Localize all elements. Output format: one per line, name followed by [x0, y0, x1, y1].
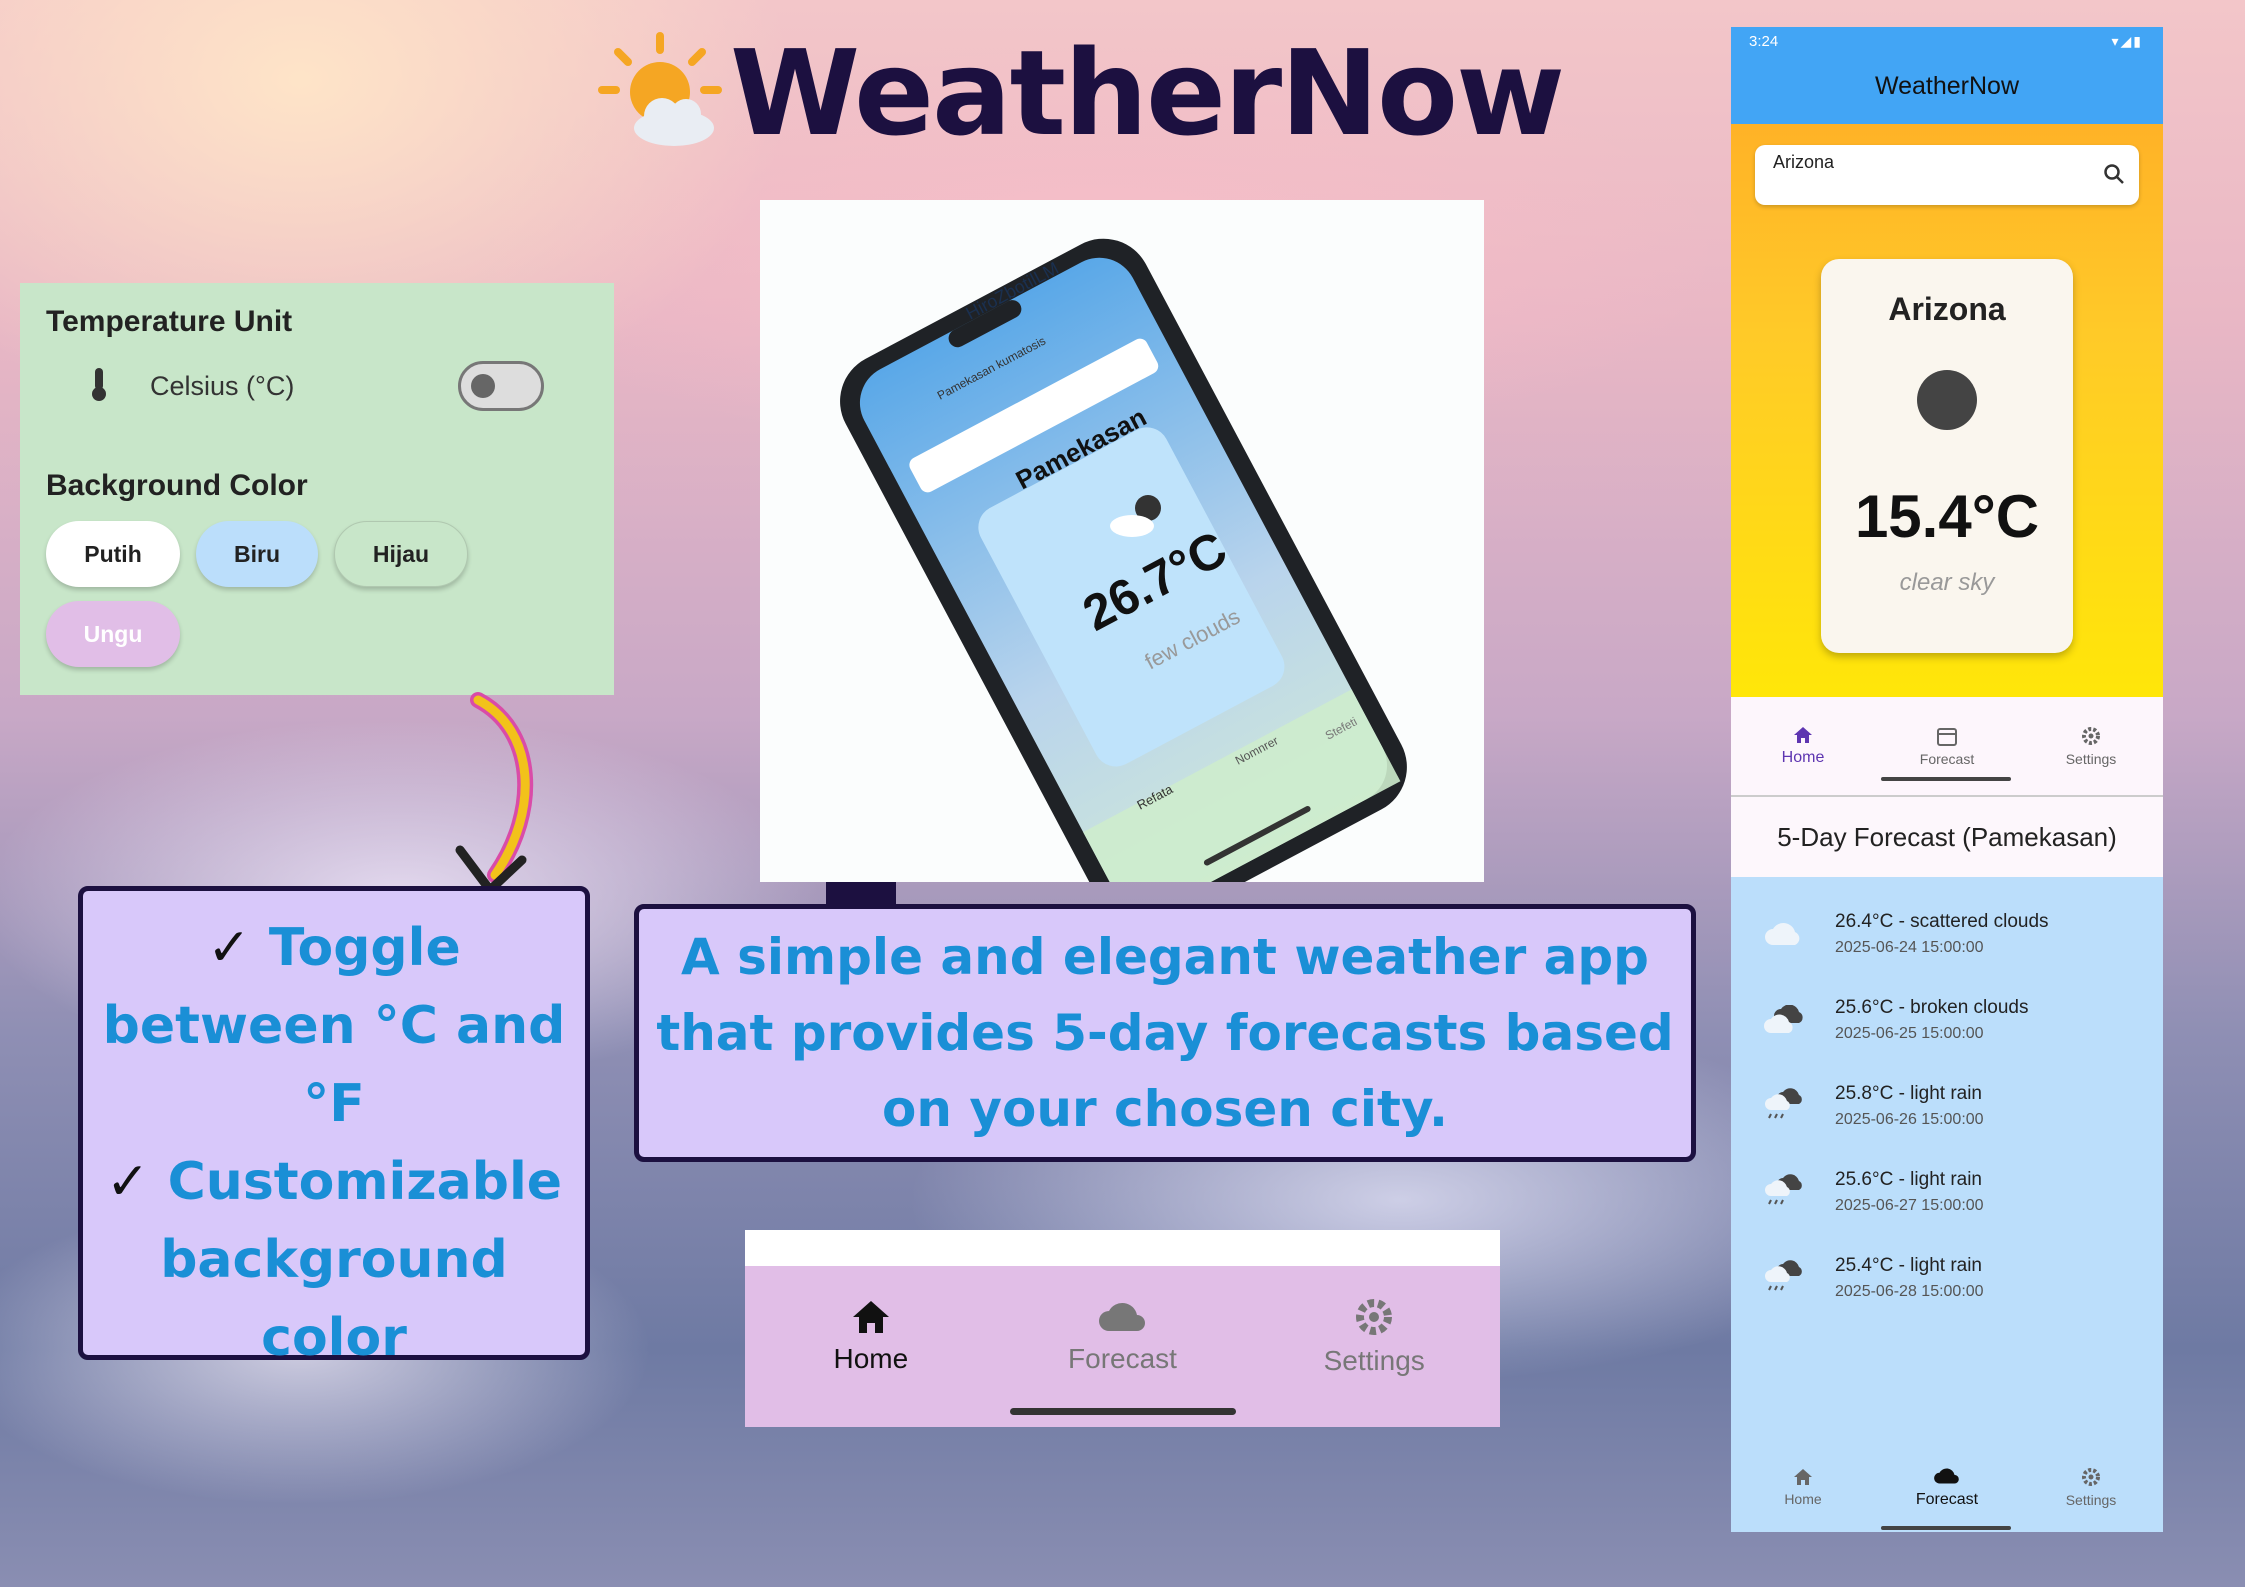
city-name: Arizona	[1888, 291, 2006, 327]
brand-title: WeatherNow	[730, 24, 1565, 162]
unit-toggle[interactable]	[458, 361, 544, 411]
unit-label: Celsius (°C)	[150, 370, 295, 401]
nav-forecast[interactable]: Forecast	[997, 1266, 1249, 1406]
check-icon: ✓	[105, 1152, 150, 1212]
app-bar: 3:24 ▾◢▮ WeatherNow	[1731, 27, 2163, 124]
cloud-icon	[1098, 1302, 1145, 1331]
nav-settings[interactable]: Settings	[2019, 1442, 2163, 1532]
nav-forecast-label: Forecast	[1915, 1491, 1979, 1508]
gear-icon	[2082, 1468, 2100, 1486]
forecast-title: 5-Day Forecast (Pamekasan)	[1731, 795, 2163, 877]
forecast-temp: 25.6°C - broken clouds	[1835, 997, 2029, 1018]
rain-icon	[1765, 1088, 1802, 1119]
rain-icon	[1765, 1174, 1802, 1205]
sun-cloud-icon	[590, 28, 730, 158]
weather-card: Arizona 15.4°C clear sky	[1821, 259, 2073, 653]
nav-home[interactable]: Home	[1731, 697, 1875, 795]
description-box: A simple and elegant weather app that pr…	[634, 904, 1696, 1162]
feature-toggle: ✓ Toggle between °C and °F	[102, 918, 566, 1134]
gear-icon	[1356, 1299, 1393, 1335]
feature-background: ✓ Customizable background color	[105, 1152, 563, 1368]
broken-clouds-icon	[1764, 1005, 1803, 1033]
forecast-date: 2025-06-27 15:00:00	[1835, 1197, 1984, 1214]
bottom-nav: Home Forecast Settings	[1731, 1442, 2163, 1532]
forecast-temp: 25.6°C - light rain	[1835, 1169, 1982, 1190]
nav-settings-label: Settings	[2065, 1492, 2117, 1508]
list-item[interactable]: 25.6°C - light rain 2025-06-27 15:00:00	[1731, 1149, 2163, 1235]
nav-home[interactable]: Home	[1731, 1442, 1875, 1532]
toggle-knob	[471, 374, 495, 398]
cloud-icon	[1765, 923, 1800, 945]
brand-header: WeatherNow	[590, 28, 1640, 158]
check-icon: ✓	[207, 918, 251, 978]
unit-row: Celsius (°C)	[46, 361, 588, 411]
thermometer-icon	[88, 366, 118, 407]
forecast-date: 2025-06-25 15:00:00	[1835, 1025, 1984, 1042]
chip-biru[interactable]: Biru	[196, 521, 318, 587]
chip-putih[interactable]: Putih	[46, 521, 180, 587]
phone-mockup-image: HiroZbotilLM Pamekasan kumatosis Pamekas…	[760, 200, 1484, 882]
bottom-nav-preview: Home Forecast Settings	[745, 1230, 1500, 1427]
nav-home-label: Home	[833, 1343, 909, 1374]
list-item[interactable]: 25.6°C - broken clouds 2025-06-25 15:00:0…	[1731, 977, 2163, 1063]
search-icon[interactable]	[2103, 163, 2125, 190]
nav-settings-label: Settings	[2065, 751, 2117, 767]
curved-arrow-icon	[455, 692, 534, 895]
condition: clear sky	[1899, 569, 1995, 596]
gear-icon	[2082, 727, 2100, 745]
cloud-icon	[1934, 1468, 1959, 1484]
home-icon	[852, 1301, 889, 1333]
home-icon	[1794, 1469, 1812, 1485]
gesture-handle	[1881, 777, 2011, 781]
nav-home-label: Home	[1781, 749, 1825, 766]
temperature: 15.4°C	[1854, 483, 2040, 550]
bg-color-title: Background Color	[46, 469, 308, 502]
bottom-nav: Home Forecast Settings	[1731, 697, 2163, 795]
nav-home-label: Home	[1784, 1491, 1822, 1507]
status-icons: ▾◢▮	[2111, 33, 2143, 49]
nav-forecast-label: Forecast	[1919, 751, 1975, 767]
search-input[interactable]: Arizona	[1755, 145, 2139, 205]
forecast-temp: 25.8°C - light rain	[1835, 1083, 1982, 1104]
nav-forecast[interactable]: Forecast	[1875, 1442, 2019, 1532]
app-title: WeatherNow	[1874, 72, 2020, 100]
chip-hijau[interactable]: Hijau	[334, 521, 468, 587]
nav-settings[interactable]: Settings	[2019, 697, 2163, 795]
gesture-handle	[1881, 1526, 2011, 1530]
settings-panel: Temperature Unit Celsius (°C) Background…	[20, 283, 614, 695]
forecast-temp: 25.4°C - light rain	[1835, 1255, 1982, 1276]
nav-settings-label: Settings	[1323, 1345, 1425, 1376]
gesture-handle	[1010, 1408, 1236, 1415]
rain-icon	[1765, 1260, 1802, 1291]
search-value: Arizona	[1773, 152, 1835, 172]
mockup-stand	[826, 882, 896, 906]
list-item[interactable]: 25.4°C - light rain 2025-06-28 15:00:00	[1731, 1235, 2163, 1321]
forecast-list: 26.4°C - scattered clouds 2025-06-24 15:0…	[1731, 877, 2163, 1321]
forecast-screen: 5-Day Forecast (Pamekasan) 26.4°C - scat…	[1731, 795, 2163, 1532]
home-icon	[1794, 727, 1812, 743]
weather-icon	[1917, 370, 1977, 430]
home-screen: 3:24 ▾◢▮ WeatherNow Arizona Arizona 15.4…	[1731, 27, 2163, 795]
forecast-date: 2025-06-26 15:00:00	[1835, 1111, 1984, 1128]
forecast-date: 2025-06-28 15:00:00	[1835, 1283, 1984, 1300]
list-item[interactable]: 26.4°C - scattered clouds 2025-06-24 15:0…	[1731, 891, 2163, 977]
list-item[interactable]: 25.8°C - light rain 2025-06-26 15:00:00	[1731, 1063, 2163, 1149]
description-text: A simple and elegant weather app that pr…	[656, 928, 1674, 1138]
calendar-icon	[1937, 728, 1957, 746]
forecast-date: 2025-06-24 15:00:00	[1835, 939, 1984, 956]
chip-ungu[interactable]: Ungu	[46, 601, 180, 667]
features-box: ✓ Toggle between °C and °F ✓ Customizabl…	[78, 886, 590, 1368]
forecast-temp: 26.4°C - scattered clouds	[1835, 911, 2049, 932]
color-chips: Putih Biru Hijau Ungu	[46, 521, 516, 667]
nav-forecast-label: Forecast	[1068, 1343, 1177, 1374]
nav-settings[interactable]: Settings	[1248, 1266, 1500, 1406]
temp-unit-title: Temperature Unit	[46, 305, 293, 338]
status-time: 3:24	[1749, 33, 1779, 50]
nav-home[interactable]: Home	[745, 1266, 997, 1406]
